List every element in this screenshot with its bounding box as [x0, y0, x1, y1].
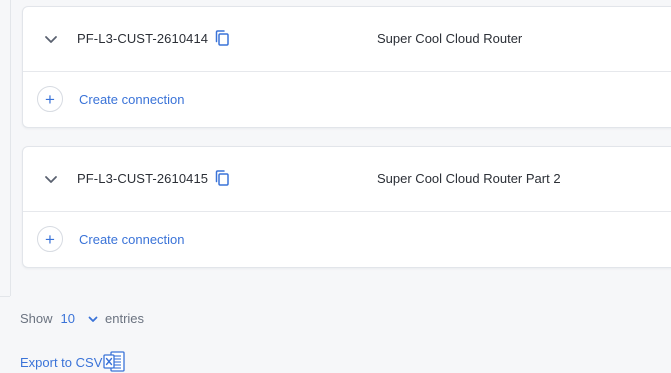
card-header[interactable]: PF-L3-CUST-2610415 Super Cool Cloud Rout… [23, 147, 671, 212]
create-connection-link[interactable]: Create connection [79, 92, 185, 107]
left-panel-edge [0, 0, 11, 296]
page: PF-L3-CUST-2610414 Super Cool Cloud Rout… [0, 0, 671, 373]
chevron-down-icon[interactable] [43, 171, 59, 187]
card-body: + Create connection [23, 72, 671, 127]
router-id: PF-L3-CUST-2610415 [77, 171, 209, 186]
cloud-router-card: PF-L3-CUST-2610414 Super Cool Cloud Rout… [22, 6, 671, 128]
cloud-router-card: PF-L3-CUST-2610415 Super Cool Cloud Rout… [22, 146, 671, 268]
router-name: Super Cool Cloud Router Part 2 [377, 171, 561, 186]
add-connection-button[interactable]: + [37, 86, 63, 112]
divider [0, 296, 10, 297]
show-label: Show [20, 311, 53, 326]
entries-value: 10 [60, 311, 75, 326]
copy-icon[interactable] [213, 169, 231, 187]
page-size-control: Show 10 entries [20, 311, 144, 326]
plus-icon: + [45, 230, 55, 249]
copy-icon[interactable] [213, 29, 231, 47]
entries-select[interactable]: 10 [61, 311, 99, 326]
plus-icon: + [45, 90, 55, 109]
entries-label: entries [105, 311, 145, 326]
add-connection-button[interactable]: + [37, 226, 63, 252]
excel-file-icon [103, 351, 126, 372]
export-csv-button[interactable]: Export to CSV [20, 351, 127, 373]
router-id: PF-L3-CUST-2610414 [77, 31, 209, 46]
card-header[interactable]: PF-L3-CUST-2610414 Super Cool Cloud Rout… [23, 7, 671, 72]
create-connection-link[interactable]: Create connection [79, 232, 185, 247]
router-name: Super Cool Cloud Router [377, 31, 523, 46]
chevron-down-icon[interactable] [43, 31, 59, 47]
export-csv-link[interactable]: Export to CSV [20, 355, 102, 370]
chevron-down-icon [88, 316, 98, 322]
card-body: + Create connection [23, 212, 671, 267]
